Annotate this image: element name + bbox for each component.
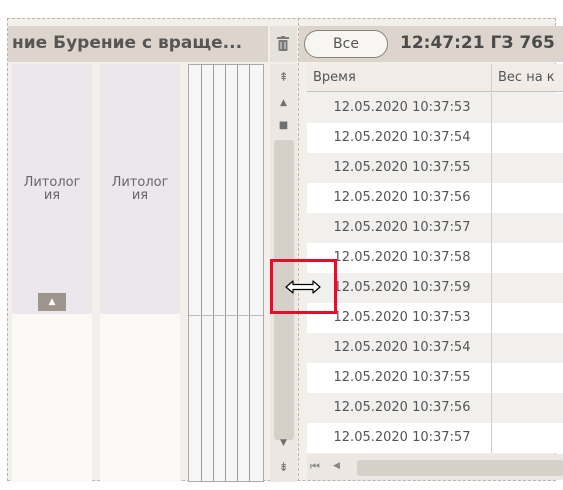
scroll-down-icon[interactable]: ▼: [270, 438, 297, 448]
table-row[interactable]: 12.05.2020 10:37:54: [307, 333, 563, 363]
log-track: [188, 64, 264, 482]
table-row[interactable]: 12.05.2020 10:37:59: [307, 273, 563, 303]
table-row[interactable]: 12.05.2020 10:37:53: [307, 303, 563, 333]
time-cell: 12.05.2020 10:37:55: [333, 160, 471, 175]
lithology-column-2-label: Литолог ия: [100, 176, 180, 202]
time-cell: 12.05.2020 10:37:54: [333, 130, 471, 145]
lithology-column-1-label: Литолог ия: [12, 176, 92, 202]
time-cell: 12.05.2020 10:37:57: [333, 430, 471, 445]
table-row[interactable]: 12.05.2020 10:37:57: [307, 213, 563, 243]
resize-cursor-icon: [284, 278, 322, 296]
table-row[interactable]: 12.05.2020 10:37:57: [307, 423, 563, 453]
scroll-first-icon[interactable]: ⏮: [310, 460, 320, 474]
time-cell: 12.05.2020 10:37:53: [333, 310, 471, 325]
scroll-top-icon[interactable]: ⇞: [270, 70, 297, 84]
right-panel-title: 12:47:21 ГЗ 765: [400, 33, 555, 53]
table-row[interactable]: 12.05.2020 10:37:55: [307, 153, 563, 183]
scroll-position-icon: ■: [278, 120, 289, 131]
lithology-column-2-label-text: Литолог ия: [111, 175, 169, 203]
table-row[interactable]: 12.05.2020 10:37:53: [307, 93, 563, 123]
time-cell: 12.05.2020 10:37:56: [333, 400, 471, 415]
table-header: Время Вес на к: [307, 64, 563, 92]
lithology-column-2: Литолог ия: [100, 64, 180, 314]
column-header-time[interactable]: Время: [307, 64, 492, 92]
time-cell: 12.05.2020 10:37:56: [333, 190, 471, 205]
scroll-up-icon[interactable]: ▲: [270, 98, 297, 108]
time-cell: 12.05.2020 10:37:55: [333, 370, 471, 385]
lithology-column-2-body: [100, 314, 180, 482]
trash-icon: [276, 36, 290, 52]
table-row[interactable]: 12.05.2020 10:37:55: [307, 363, 563, 393]
time-cell: 12.05.2020 10:37:57: [333, 220, 471, 235]
table-body: 12.05.2020 10:37:53 12.05.2020 10:37:54 12…: [307, 93, 563, 453]
table-row[interactable]: 12.05.2020 10:37:56: [307, 183, 563, 213]
horizontal-scrollbar-thumb[interactable]: [357, 460, 563, 476]
column-header-weight[interactable]: Вес на к: [492, 64, 563, 92]
lithology-column-1: Литолог ия: [12, 64, 92, 314]
lithology-column-1-body: [12, 314, 92, 482]
filter-all-button[interactable]: Все: [304, 30, 388, 58]
panel-divider[interactable]: [298, 18, 299, 481]
time-cell: 12.05.2020 10:37:53: [333, 100, 471, 115]
table-row[interactable]: 12.05.2020 10:37:58: [307, 243, 563, 273]
delete-button[interactable]: [270, 26, 297, 62]
table-row[interactable]: 12.05.2020 10:37:56: [307, 393, 563, 423]
left-panel-title: ние Бурение с враще...: [12, 33, 243, 53]
table-row[interactable]: 12.05.2020 10:37:54: [307, 123, 563, 153]
scroll-bottom-icon[interactable]: ⇟: [270, 460, 297, 474]
time-cell: 12.05.2020 10:37:59: [333, 280, 471, 295]
scroll-left-icon[interactable]: ◀: [333, 461, 340, 471]
lithology-column-1-label-text: Литолог ия: [23, 175, 81, 203]
time-cell: 12.05.2020 10:37:58: [333, 250, 471, 265]
expand-button[interactable]: ▲: [38, 293, 66, 311]
time-cell: 12.05.2020 10:37:54: [333, 340, 471, 355]
